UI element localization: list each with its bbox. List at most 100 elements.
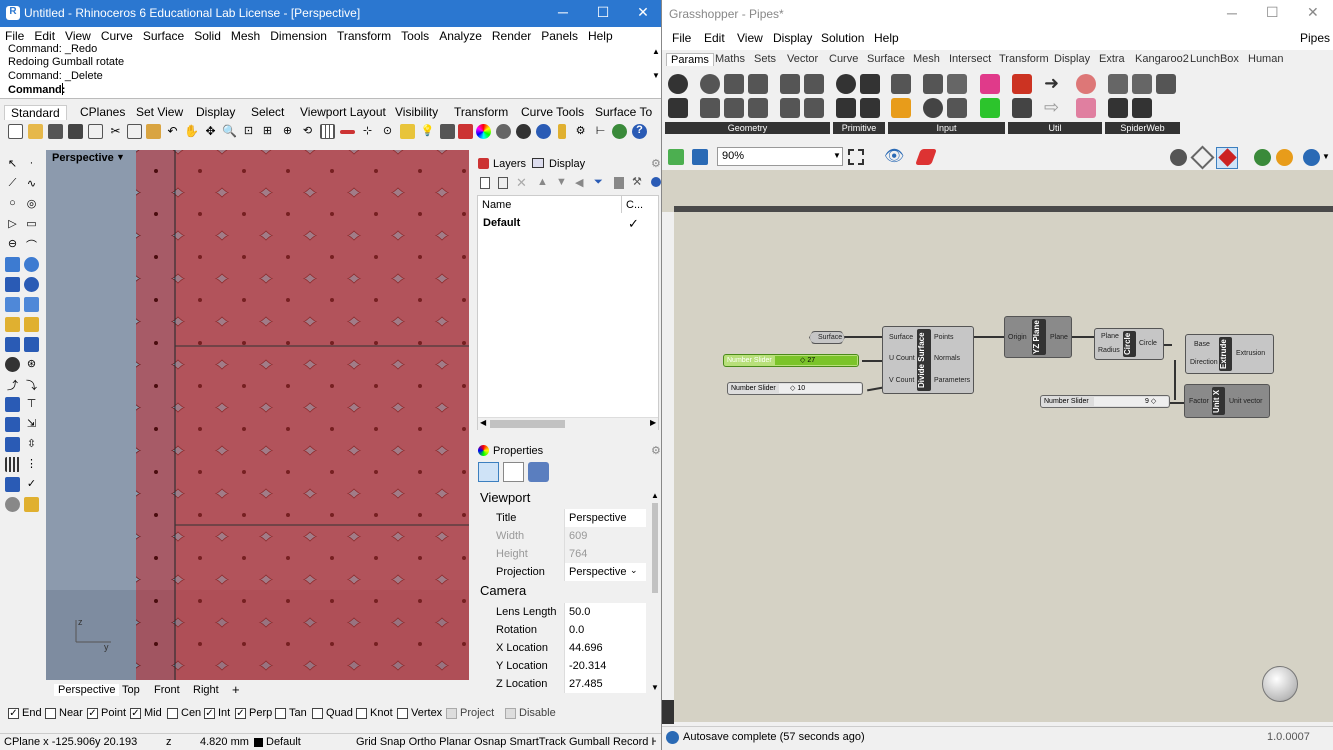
current-layer-check-icon[interactable]: ✓	[628, 216, 639, 232]
offset-icon[interactable]: ⤴	[5, 377, 20, 392]
slider-track[interactable]	[1094, 397, 1168, 406]
gh-primitive-icon[interactable]	[836, 98, 856, 118]
status-toggles[interactable]: Grid Snap Ortho Planar Osnap SmartTrack …	[356, 736, 656, 748]
viewport-tab-perspective[interactable]: Perspective	[54, 684, 120, 696]
preview-wire-icon[interactable]	[1170, 149, 1187, 166]
tab-standard[interactable]: Standard	[4, 105, 67, 120]
object-props-icon[interactable]	[528, 462, 549, 482]
move-left-icon[interactable]: ◀	[575, 176, 583, 189]
menu-mesh[interactable]: Mesh	[226, 27, 265, 43]
zoom-icon[interactable]: 🔍	[222, 124, 237, 139]
menu-curve[interactable]: Curve	[96, 27, 138, 43]
yz-plane-node[interactable]: Origin YZ Plane Plane	[1004, 316, 1072, 358]
tab-layers[interactable]: Layers	[493, 158, 526, 170]
preview-mesh-icon[interactable]	[1254, 149, 1271, 166]
render-sphere-icon[interactable]	[5, 497, 20, 512]
viewport-tab-right[interactable]: Right	[193, 684, 219, 696]
gh-param-icon[interactable]	[668, 98, 688, 118]
zoom-extents-icon[interactable]	[848, 149, 864, 165]
gh-param-icon[interactable]	[724, 98, 744, 118]
viewport-tab-top[interactable]: Top	[122, 684, 140, 696]
gh-util-icon[interactable]	[1076, 74, 1096, 94]
gh-tab-lunchbox[interactable]: LunchBox	[1190, 53, 1239, 65]
gh-param-icon[interactable]	[780, 74, 800, 94]
copy-object-icon[interactable]: ⊙	[380, 124, 395, 139]
zoom-chevron-down-icon[interactable]: ▼	[833, 151, 841, 160]
gh-tab-curve[interactable]: Curve	[829, 53, 858, 65]
gh-group-input[interactable]: Input	[888, 122, 1005, 134]
navigation-compass-icon[interactable]	[1262, 666, 1298, 702]
input-base[interactable]: Base	[1194, 341, 1210, 348]
prop-title-field[interactable]: Perspective	[564, 509, 646, 527]
unit-x-node[interactable]: Factor Unit X Unit vector	[1184, 384, 1270, 418]
preview-shaded-icon[interactable]	[1190, 145, 1215, 170]
canvas-scroll-handle[interactable]	[662, 700, 674, 724]
scroll-up-icon[interactable]: ▲	[651, 491, 659, 500]
move-icon[interactable]: ⊹	[360, 124, 375, 139]
tab-select[interactable]: Select	[251, 105, 284, 119]
undo-icon[interactable]: ↶	[165, 124, 180, 139]
layer-icon[interactable]	[458, 124, 473, 139]
gh-canvas[interactable]: Surface Number Slider ◇ 27 Number Slider…	[674, 212, 1333, 722]
move-up-icon[interactable]: ▲	[537, 176, 548, 188]
add-viewport-icon[interactable]: +	[232, 682, 240, 697]
gh-input-icon[interactable]	[923, 98, 943, 118]
new-layer-icon[interactable]	[480, 177, 490, 189]
gh-spiderweb-icon[interactable]	[1156, 74, 1176, 94]
lock-icon[interactable]	[440, 124, 455, 139]
scroll-down-icon[interactable]: ▼	[652, 71, 660, 80]
scroll-up-icon[interactable]: ▲	[652, 47, 660, 56]
gh-util-icon[interactable]	[1012, 74, 1032, 94]
gh-menu-display[interactable]: Display	[773, 31, 812, 45]
options-icon[interactable]	[558, 124, 566, 139]
gh-param-icon[interactable]	[700, 74, 720, 94]
snap-icon[interactable]: ⊢	[593, 124, 608, 139]
tab-visibility[interactable]: Visibility	[395, 105, 438, 119]
sphere-icon[interactable]	[24, 277, 39, 292]
filter-icon[interactable]: ⏷	[594, 176, 603, 189]
display-chevron-down-icon[interactable]: ▼	[1322, 152, 1330, 161]
explode-icon[interactable]: ⊛	[24, 357, 39, 372]
tab-viewport-layout[interactable]: Viewport Layout	[300, 105, 386, 119]
arrow-right-icon[interactable]: ➜	[1044, 74, 1064, 94]
gh-spiderweb-icon[interactable]	[1108, 98, 1128, 118]
gh-menu-help[interactable]: Help	[874, 31, 899, 45]
zoom-extents-icon[interactable]: ⊞	[260, 124, 275, 139]
gh-close-icon[interactable]: ✕	[1307, 4, 1319, 21]
triangle-icon[interactable]: ▷	[5, 217, 20, 232]
tab-display[interactable]: Display	[196, 105, 235, 119]
tab-curve-tools[interactable]: Curve Tools	[521, 105, 584, 119]
prop-rotation-field[interactable]: 0.0	[564, 621, 646, 639]
trim-icon[interactable]	[5, 337, 20, 352]
wrench-icon[interactable]: ⚒	[632, 175, 642, 188]
tab-surface-tools[interactable]: Surface To	[595, 105, 652, 119]
point-icon[interactable]: ·	[24, 157, 39, 172]
scroll-down-icon[interactable]: ▼	[651, 683, 659, 692]
light-icon[interactable]: 💡	[420, 124, 435, 139]
gh-input-icon[interactable]	[923, 74, 943, 94]
osnap-disable[interactable]: Disable	[505, 707, 556, 719]
zoom-window-icon[interactable]: ⊡	[241, 124, 256, 139]
viewport-props-icon[interactable]	[503, 462, 524, 482]
color-wheel-icon[interactable]	[476, 124, 491, 139]
split-icon[interactable]	[24, 337, 39, 352]
gh-primitive-icon[interactable]	[860, 98, 880, 118]
gh-group-geometry[interactable]: Geometry	[665, 122, 830, 134]
arrow-right-outline-icon[interactable]: ⇨	[1044, 98, 1064, 118]
scroll-left-icon[interactable]: ◀	[480, 418, 486, 427]
gh-input-icon[interactable]	[947, 98, 967, 118]
dimension-icon[interactable]	[5, 397, 20, 412]
properties-scrollbar[interactable]: ▲ ▼	[650, 491, 660, 695]
layers-hscrollbar[interactable]: ◀ ▶	[478, 417, 658, 430]
open-icon[interactable]	[28, 124, 43, 139]
viewport-title[interactable]: Perspective	[50, 152, 116, 164]
copy-icon[interactable]	[127, 124, 142, 139]
paste-icon[interactable]	[146, 124, 161, 139]
properties-gear-icon[interactable]: ⚙	[651, 444, 661, 457]
gear-icon[interactable]: ⚙	[573, 124, 588, 139]
gh-input-icon[interactable]	[947, 74, 967, 94]
undo-view-icon[interactable]: ⟲	[300, 124, 315, 139]
curve-icon[interactable]: ∿	[24, 177, 39, 192]
scale-icon[interactable]: ⇲	[24, 417, 39, 432]
cut-icon[interactable]: ✂	[108, 124, 123, 139]
